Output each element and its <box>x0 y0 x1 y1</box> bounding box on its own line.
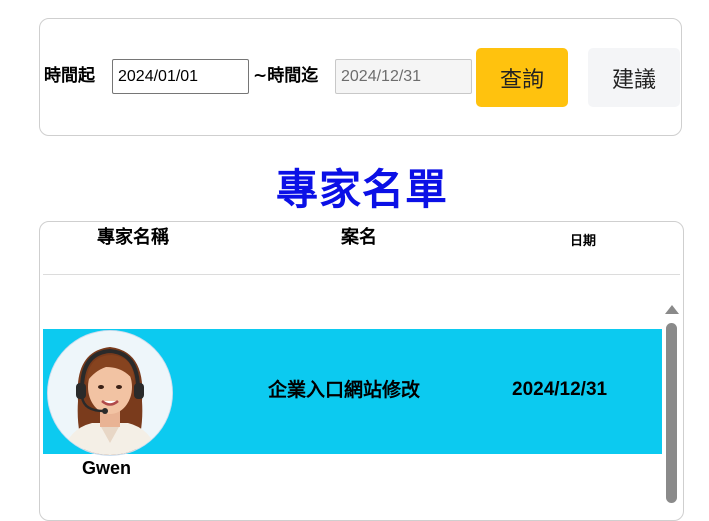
expert-avatar-image <box>48 331 172 455</box>
row-case-name: 企業入口網站修改 <box>268 379 421 401</box>
column-header-date: 日期 <box>570 234 597 249</box>
scrollbar-thumb[interactable] <box>666 323 677 503</box>
column-header-expert-name: 專家名稱 <box>97 227 169 248</box>
end-date-input[interactable] <box>335 59 472 94</box>
expert-avatar <box>48 331 172 455</box>
row-expert-name: Gwen <box>82 458 132 478</box>
start-date-input[interactable] <box>112 59 249 94</box>
start-date-label: 時間起 <box>44 66 95 86</box>
suggest-button[interactable]: 建議 <box>588 48 680 107</box>
search-button[interactable]: 查詢 <box>476 48 568 107</box>
table-header-divider <box>43 274 680 275</box>
page-title: 專家名單 <box>275 165 448 214</box>
end-date-label: ~時間迄 <box>253 66 319 86</box>
scroll-up-arrow-icon[interactable] <box>665 305 679 314</box>
row-date: 2024/12/31 <box>512 379 608 400</box>
column-header-case-name: 案名 <box>341 227 377 248</box>
